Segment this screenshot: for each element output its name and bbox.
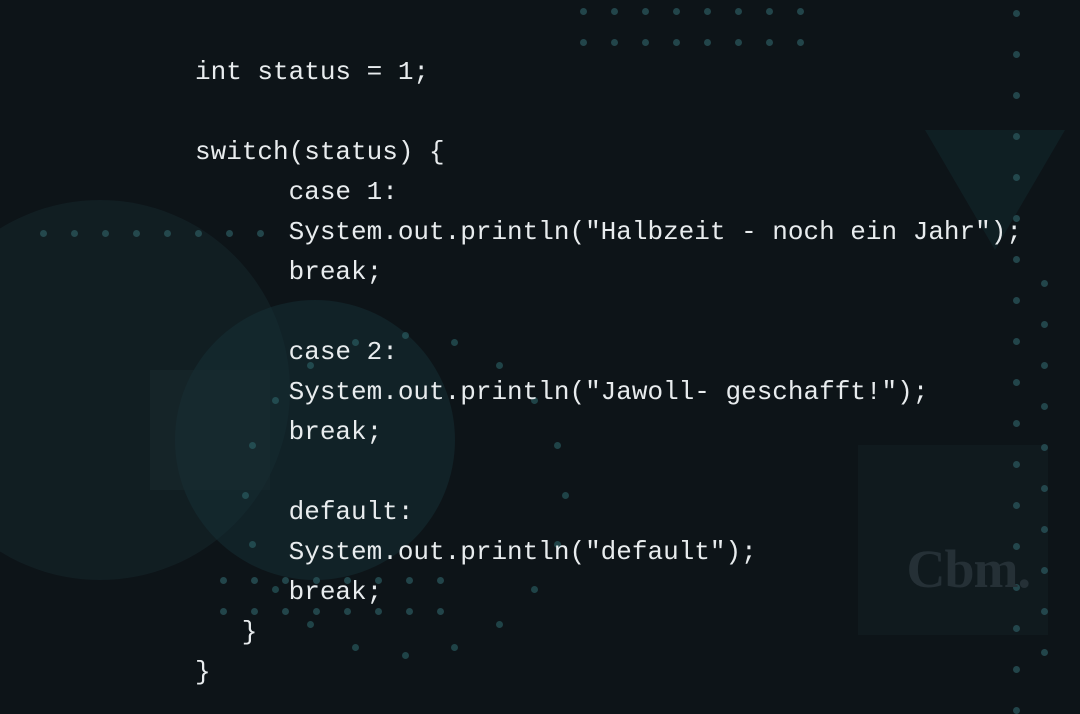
dot-pattern-right2 (1041, 280, 1048, 656)
code-block: int status = 1; switch(status) { case 1:… (195, 52, 1022, 693)
code-content: int status = 1; switch(status) { case 1:… (195, 57, 1022, 687)
dot-pattern-top (580, 8, 804, 46)
